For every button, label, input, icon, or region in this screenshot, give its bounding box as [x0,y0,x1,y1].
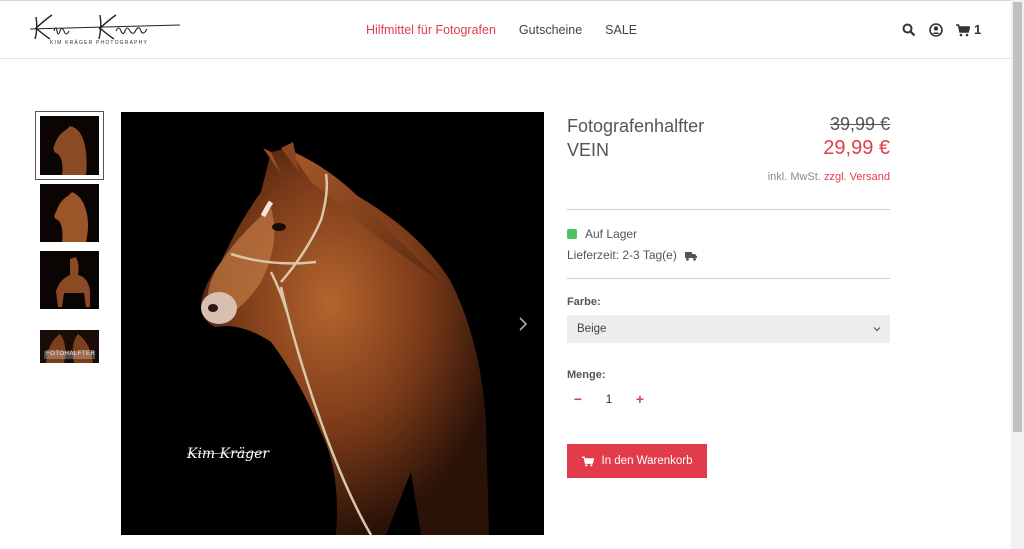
color-label: Farbe: [567,296,601,308]
product-title: Fotografenhalfter VEIN [567,114,767,162]
color-select[interactable]: Beige [567,315,890,343]
delivery-text: Lieferzeit: 2-3 Tag(e) [567,248,677,262]
sale-price: 29,99 € [823,137,890,159]
product-title-line2: VEIN [567,140,610,160]
stock-status: Auf Lager [567,227,637,241]
nav-item-hilfmittel[interactable]: Hilfmittel für Fotografen [366,23,496,37]
increase-quantity-button[interactable]: + [629,391,651,407]
main-nav: Hilfmittel für Fotografen Gutscheine SAL… [366,23,637,37]
site-logo[interactable]: KIM KRÄGER PHOTOGRAPHY [29,9,185,49]
gallery-next-arrow-icon[interactable] [518,316,532,332]
page-scrollbar-thumb[interactable] [1013,2,1022,432]
truck-icon [684,250,697,261]
logo-subtitle: KIM KRÄGER PHOTOGRAPHY [50,40,148,46]
thumbnail-4[interactable]: FOTOHALFTER [40,330,99,363]
user-circle-icon[interactable] [929,22,943,37]
nav-item-gutscheine[interactable]: Gutscheine [519,23,582,37]
cart-count-badge[interactable]: 1 [974,22,981,37]
product-title-line1: Fotografenhalfter [567,116,705,136]
thumbnail-2[interactable] [40,184,99,242]
quantity-input[interactable]: 1 [589,392,629,406]
tax-text: inkl. MwSt. [767,171,821,183]
header-actions: 1 [902,22,981,37]
cart-icon [581,456,594,466]
thumbnail-overlay-text: FOTOHALFTER [46,351,96,357]
chevron-down-icon [873,324,881,332]
thumbnail-1[interactable] [35,111,104,180]
in-stock-indicator-icon [567,229,577,239]
tax-info: inkl. MwSt. zzgl. Versand [700,171,890,183]
horse-main-image: Kim Kräger [121,112,544,535]
quantity-stepper: − 1 + [567,391,651,407]
product-main-image[interactable]: Kim Kräger [121,112,544,535]
divider [567,209,890,210]
add-to-cart-button[interactable]: In den Warenkorb [567,444,707,478]
old-price: 39,99 € [829,114,890,134]
horse-thumb-image [40,184,99,242]
delivery-time: Lieferzeit: 2-3 Tag(e) [567,248,697,262]
thumbnail-3[interactable] [40,251,99,309]
decrease-quantity-button[interactable]: − [567,391,589,407]
add-to-cart-label: In den Warenkorb [601,455,693,467]
site-header: KIM KRÄGER PHOTOGRAPHY Hilfmittel für Fo… [0,0,1011,59]
logo-signature [29,14,181,40]
quantity-label: Menge: [567,369,606,381]
color-select-value: Beige [577,323,607,335]
horse-thumb-image [40,116,99,175]
nav-item-sale[interactable]: SALE [605,23,637,37]
stock-text: Auf Lager [585,227,638,241]
search-icon[interactable] [902,23,916,37]
cart-icon[interactable] [956,23,971,37]
horse-thumb-image [40,330,99,363]
divider [567,278,890,279]
horse-thumb-image [40,251,99,309]
shipping-link[interactable]: zzgl. Versand [824,171,890,183]
